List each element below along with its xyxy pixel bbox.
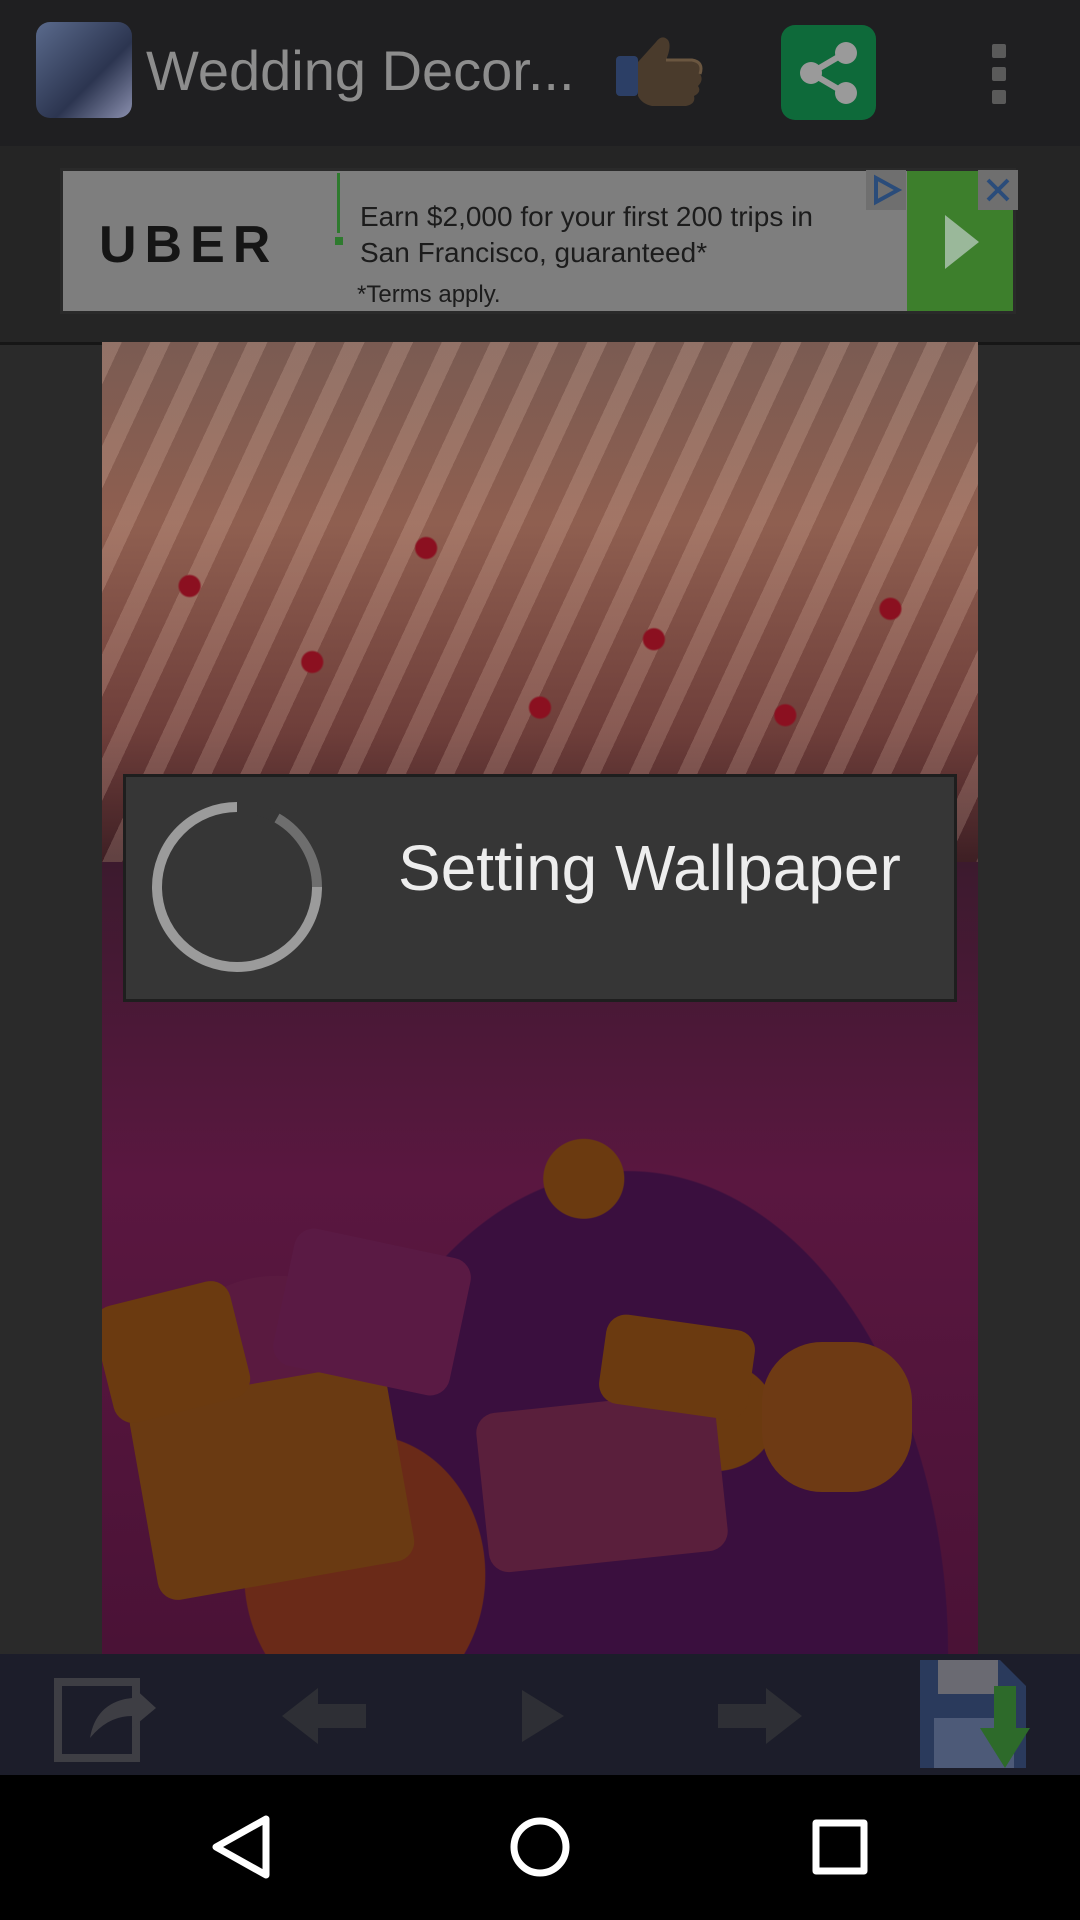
previous-button[interactable] (274, 1668, 374, 1764)
set-wallpaper-icon (54, 1678, 156, 1762)
app-thumbnail-icon[interactable] (36, 22, 132, 118)
progress-dialog: Setting Wallpaper (123, 774, 957, 1002)
progress-spinner-icon (152, 801, 323, 972)
play-button[interactable] (508, 1668, 578, 1764)
nav-back-button[interactable] (194, 1799, 290, 1895)
close-icon (986, 178, 1010, 202)
bottom-toolbar (0, 1654, 1080, 1775)
previous-arrow-icon (282, 1688, 366, 1744)
app-title: Wedding Decor... (146, 39, 575, 102)
next-arrow-icon (718, 1688, 802, 1744)
system-navigation-bar (0, 1775, 1080, 1920)
back-triangle-icon (212, 1815, 270, 1879)
next-button[interactable] (710, 1668, 810, 1764)
ad-close-button[interactable] (978, 170, 1018, 210)
recents-square-icon (812, 1819, 868, 1875)
adchoices-button[interactable] (866, 170, 906, 210)
ad-brand-logo: UBER (99, 216, 279, 274)
nav-home-button[interactable] (492, 1799, 588, 1895)
set-wallpaper-button[interactable] (52, 1668, 162, 1764)
share-icon (800, 42, 857, 104)
ad-headline: Earn $2,000 for your first 200 trips in … (360, 201, 813, 268)
app-screen: Wedding Decor... UBER Earn $2,000 for yo… (0, 0, 1080, 1775)
action-bar: Wedding Decor... (0, 0, 1080, 146)
adchoices-icon (874, 174, 903, 206)
save-button[interactable] (916, 1656, 1036, 1772)
overflow-menu-icon (992, 44, 1006, 58)
save-download-icon (920, 1660, 1030, 1768)
like-button[interactable] (612, 30, 712, 116)
nav-recents-button[interactable] (792, 1799, 888, 1895)
home-circle-icon (510, 1817, 570, 1877)
ad-divider (337, 173, 340, 233)
share-button[interactable] (781, 25, 876, 120)
overflow-menu-button[interactable] (966, 36, 1030, 112)
play-icon (522, 1690, 564, 1742)
dialog-message: Setting Wallpaper (398, 832, 901, 904)
thumbs-up-icon (616, 37, 703, 106)
ad-terms: *Terms apply. (357, 281, 501, 308)
